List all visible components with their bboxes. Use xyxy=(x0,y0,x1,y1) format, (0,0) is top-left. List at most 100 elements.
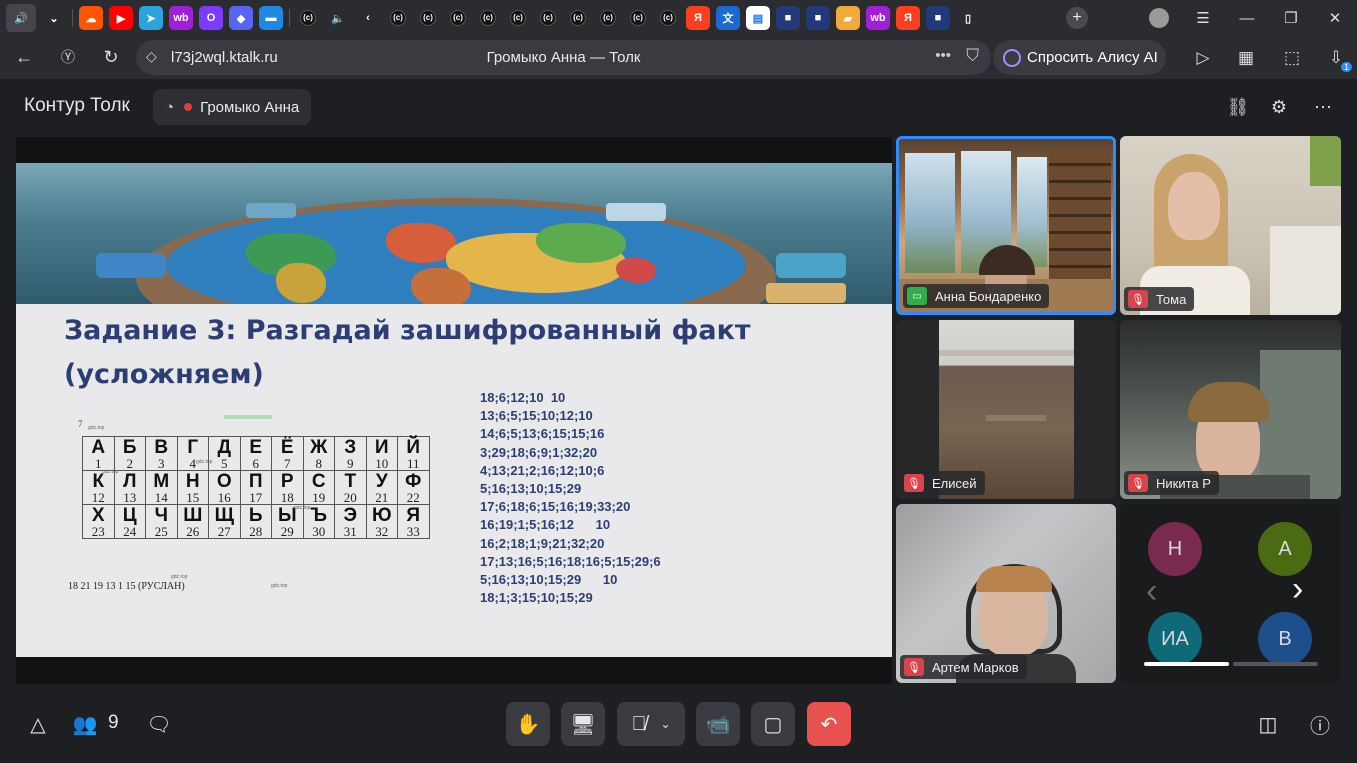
chat-icon[interactable]: ▬ xyxy=(259,6,283,30)
cipher-letter: А xyxy=(91,437,106,458)
participants-count[interactable]: 9 xyxy=(108,712,119,734)
c-site-icon[interactable]: (c) xyxy=(386,6,410,30)
restore-icon[interactable]: ❐ xyxy=(1269,0,1313,36)
camera-button[interactable]: 📹 xyxy=(696,702,740,746)
screen-share-button[interactable]: 🖥 xyxy=(561,702,605,746)
back-icon[interactable]: ← xyxy=(9,42,39,72)
c-site-icon[interactable]: (c) xyxy=(506,6,530,30)
participant-name: Анна Бондаренко xyxy=(935,288,1042,304)
audio-icon[interactable]: 🔈 xyxy=(326,6,350,30)
yandex-home-icon[interactable]: Ⓨ xyxy=(53,42,83,72)
video-tile-toma[interactable]: 🎙 Тома xyxy=(1120,136,1341,315)
help-icon[interactable]: ⓘ xyxy=(1298,702,1342,746)
wildberries-icon[interactable]: wb xyxy=(169,6,193,30)
video-tile-artem[interactable]: 🎙 Артем Марков xyxy=(896,504,1116,683)
downloads-icon[interactable]: ⇩ 1 xyxy=(1324,46,1352,72)
app-icon[interactable]: ◆ xyxy=(229,6,253,30)
close-icon[interactable]: ✕ xyxy=(1313,0,1357,36)
chevron-down-icon[interactable]: ⌄ xyxy=(660,717,670,731)
settings-gear-icon[interactable]: ⚙ xyxy=(1266,94,1292,120)
video-tile-anna[interactable]: ▭ Анна Бондаренко xyxy=(896,136,1116,315)
cipher-letter: Л xyxy=(123,471,137,492)
avatar[interactable]: А xyxy=(1258,522,1312,576)
video-tile-nikita[interactable]: 🎙 Никита Р xyxy=(1120,320,1341,499)
video-tile-elisey[interactable]: 🎙 Елисей xyxy=(896,320,1116,499)
collections-icon[interactable]: ▦ xyxy=(1234,46,1258,70)
cipher-number: 33 xyxy=(406,524,420,539)
cipher-letter: Б xyxy=(122,437,137,458)
alphabet-cell: Ф 22 xyxy=(397,470,430,505)
c-site-icon[interactable]: (c) xyxy=(656,6,680,30)
back-chevron-icon[interactable]: ‹ xyxy=(356,6,380,30)
cipher-number: 2 xyxy=(126,456,134,471)
c-site-icon[interactable]: (c) xyxy=(416,6,440,30)
c-site-icon[interactable]: (c) xyxy=(296,6,320,30)
reload-icon[interactable]: ↻ xyxy=(96,42,126,72)
c-site-icon[interactable]: (c) xyxy=(596,6,620,30)
translate-icon[interactable]: 文 xyxy=(716,6,740,30)
avatar-initials: ИА xyxy=(1161,627,1189,650)
audio-playing-icon[interactable]: 🔊 xyxy=(6,4,36,32)
soundcloud-icon[interactable]: ☁ xyxy=(79,6,103,30)
participants-icon[interactable]: 👥 xyxy=(70,702,100,746)
avatar[interactable]: ИА xyxy=(1148,612,1202,666)
youtube-icon[interactable]: ▶ xyxy=(109,6,133,30)
bookmark-icon[interactable]: ⛉ xyxy=(966,46,979,66)
more-dots-icon[interactable]: ••• xyxy=(935,47,951,64)
avatar-initials: А xyxy=(1278,537,1292,560)
presenter-chip[interactable]: ◔ Громыко Анна xyxy=(153,89,312,125)
yandex-icon[interactable]: Я xyxy=(896,6,920,30)
cipher-code-line: 5;16;13;10;15;29 10 xyxy=(480,572,618,588)
cipher-letter: В xyxy=(154,437,169,458)
alphabet-cell: П 17 xyxy=(239,470,272,505)
chevron-down-icon[interactable]: ⌄ xyxy=(42,6,66,30)
c-site-icon[interactable]: (c) xyxy=(446,6,470,30)
profile-avatar[interactable] xyxy=(1149,8,1169,28)
folder-icon[interactable]: ▰ xyxy=(836,6,860,30)
cipher-codes-list: 18;6;12;10 10 13;6;5;15;10;12;10 14;6;5;13… xyxy=(480,389,661,607)
app-header: Контур Толк ◔ Громыко Анна ⛓ ⚙ ⋯ xyxy=(0,79,1357,135)
layout-icon[interactable]: ◫ xyxy=(1246,702,1290,746)
c-site-icon[interactable]: (c) xyxy=(476,6,500,30)
apps-shapes-icon[interactable]: △ xyxy=(16,702,60,746)
wildberries-icon[interactable]: wb xyxy=(866,6,890,30)
cipher-letter: Ж xyxy=(310,437,328,458)
raise-hand-button[interactable]: ✋ xyxy=(506,702,550,746)
avatar[interactable]: В xyxy=(1258,612,1312,666)
stop-button[interactable]: ▢ xyxy=(751,702,795,746)
carousel-prev-icon[interactable]: ‹ xyxy=(1146,572,1157,611)
cipher-code-line: 18;6;12;10 10 xyxy=(480,390,566,405)
media-play-icon[interactable]: ▷ xyxy=(1191,46,1215,70)
c-site-icon[interactable]: (c) xyxy=(626,6,650,30)
cipher-letter: Р xyxy=(280,471,294,492)
alphabet-row: Х 23 Ц 24 Ч 25 Ш 26 Щ 27 Ь 28 Ы 29 Ъ 30 Э 31 Ю 32 Я 33 xyxy=(82,504,430,539)
tab-icon[interactable]: ■ xyxy=(806,6,830,30)
c-site-icon[interactable]: (c) xyxy=(536,6,560,30)
url-text[interactable]: l73j2wql.ktalk.ru xyxy=(171,49,278,66)
ask-alice-button[interactable]: Спросить Алису AI xyxy=(993,40,1166,75)
slide-title: Задание 3: Разгадай зашифрованный факт (… xyxy=(64,315,751,390)
address-field[interactable]: ◇ Громыко Анна — Толк l73j2wql.ktalk.ru … xyxy=(136,40,991,75)
ozon-icon[interactable]: O xyxy=(199,6,223,30)
new-tab-button[interactable]: + xyxy=(1066,7,1088,29)
minimize-icon[interactable]: — xyxy=(1225,0,1269,36)
avatar[interactable]: Н xyxy=(1148,522,1202,576)
tab-separator xyxy=(72,9,73,27)
tab-icon[interactable]: ■ xyxy=(776,6,800,30)
link-icon[interactable]: ⛓ xyxy=(1225,94,1251,120)
browser-menu-icon[interactable]: ☰ xyxy=(1181,0,1225,36)
extension-icon[interactable]: ⬚ xyxy=(1280,46,1304,70)
tab-icon[interactable]: ■ xyxy=(926,6,950,30)
leave-call-button[interactable]: ↶ xyxy=(807,702,851,746)
carousel-next-icon[interactable]: › xyxy=(1292,570,1303,609)
c-site-icon[interactable]: (c) xyxy=(566,6,590,30)
document-icon[interactable]: ▯ xyxy=(956,6,980,30)
presentation-slide: Задание 3: Разгадай зашифрованный факт (… xyxy=(16,163,892,657)
google-docs-icon[interactable]: ▤ xyxy=(746,6,770,30)
telegram-icon[interactable]: ➤ xyxy=(139,6,163,30)
microphone-button[interactable]: 🎙̸ ⌄ xyxy=(617,702,685,746)
more-options-icon[interactable]: ⋯ xyxy=(1310,94,1336,120)
chat-icon[interactable]: 🗨 xyxy=(137,702,181,746)
carousel-page-indicator xyxy=(1233,662,1318,666)
yandex-icon[interactable]: Я xyxy=(686,6,710,30)
